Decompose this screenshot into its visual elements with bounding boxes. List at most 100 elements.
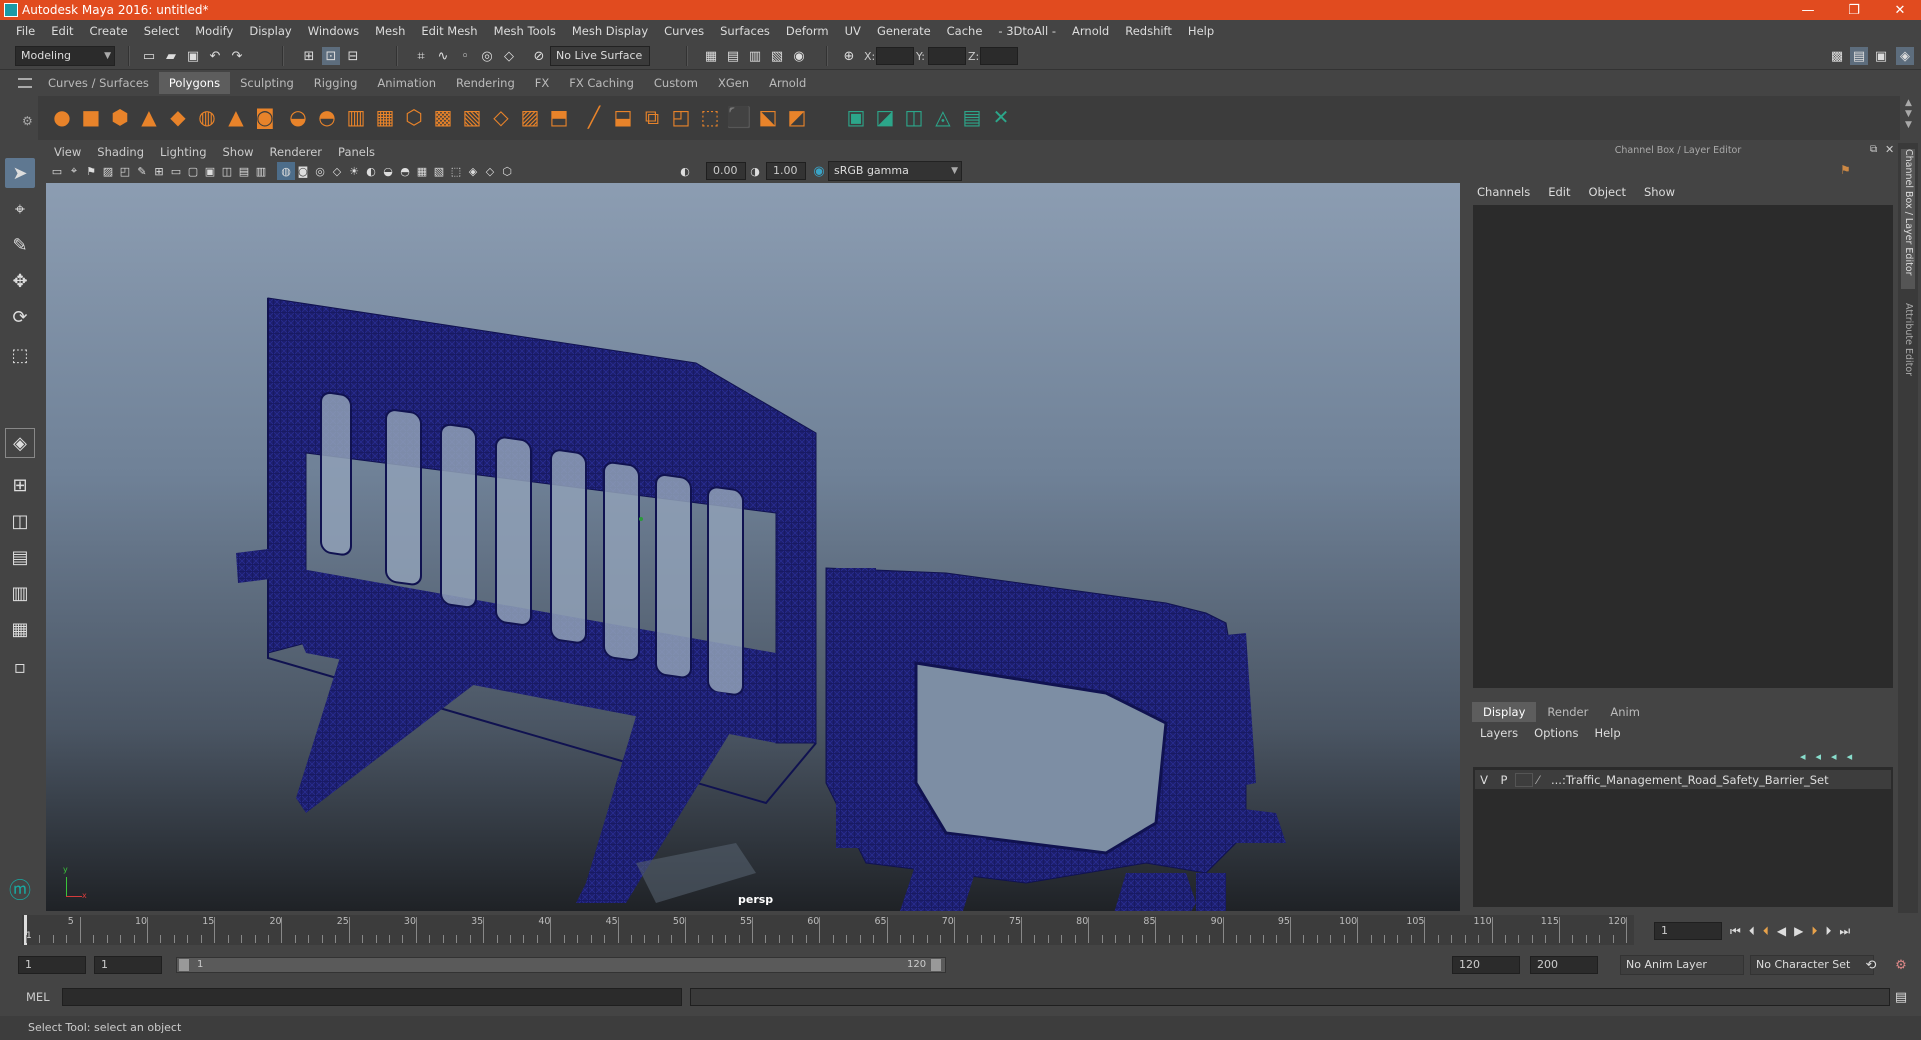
planar-uv-icon[interactable]: ◪ <box>871 103 899 131</box>
snap-point-icon[interactable]: ◦ <box>456 47 474 65</box>
camera-icon[interactable]: ▭ <box>48 162 66 180</box>
viewport-menu-shading[interactable]: Shading <box>89 143 152 161</box>
shelf-settings-icon[interactable]: ⚙ <box>22 114 33 128</box>
grid-icon[interactable]: ⊞ <box>150 162 168 180</box>
menu-edit-mesh[interactable]: Edit Mesh <box>413 24 485 38</box>
shelf-tab-fx[interactable]: FX <box>525 72 560 94</box>
poly-cube-icon[interactable]: ■ <box>77 103 105 131</box>
multi-cut-icon[interactable]: ╱ <box>580 103 608 131</box>
ambient-occlusion-icon[interactable]: ◒ <box>379 162 397 180</box>
snap-view-icon[interactable]: ◎ <box>478 47 496 65</box>
live-surface-field[interactable]: No Live Surface <box>550 46 650 66</box>
menu-modify[interactable]: Modify <box>187 24 241 38</box>
x-field[interactable] <box>876 47 914 65</box>
modeling-toolkit-icon[interactable]: ▩ <box>1828 47 1846 65</box>
mode-selector[interactable]: Modeling ▼ <box>15 46 115 66</box>
poly-torus-icon[interactable]: ◍ <box>193 103 221 131</box>
motion-blur-icon[interactable]: ◓ <box>396 162 414 180</box>
viewport-menu-panels[interactable]: Panels <box>330 143 383 161</box>
reduce-icon[interactable]: ⬕ <box>754 103 782 131</box>
menu-display[interactable]: Display <box>241 24 299 38</box>
field-chart-icon[interactable]: ◫ <box>218 162 236 180</box>
menu-edit[interactable]: Edit <box>43 24 81 38</box>
select-hierarchy-icon[interactable]: ⊞ <box>300 47 318 65</box>
depth-of-field-icon[interactable]: ▧ <box>430 162 448 180</box>
smooth-shade-icon[interactable]: ◙ <box>294 162 312 180</box>
fill-hole-icon[interactable]: ⬛ <box>725 103 753 131</box>
playback-end-field[interactable]: 120 <box>1452 956 1520 974</box>
layer-row[interactable]: V P ⁄ ...:Traffic_Management_Road_Safety… <box>1475 770 1891 789</box>
persp-outliner-layout-icon[interactable]: ▤ <box>5 542 35 572</box>
scale-tool-icon[interactable]: ⬚ <box>5 340 35 370</box>
viewport-menu-view[interactable]: View <box>46 143 89 161</box>
move-tool-icon[interactable]: ✥ <box>5 266 35 296</box>
insert-edge-loop-icon[interactable]: ◰ <box>667 103 695 131</box>
script-editor-icon[interactable]: ▤ <box>1892 988 1910 1006</box>
menu-3dtoall[interactable]: - 3DtoAll - <box>990 24 1064 38</box>
channel-box-menu-edit[interactable]: Edit <box>1539 181 1579 203</box>
channel-box-menu-channels[interactable]: Channels <box>1468 181 1539 203</box>
target-weld-icon[interactable]: ⬓ <box>609 103 637 131</box>
boolean-icon[interactable]: ⬡ <box>400 103 428 131</box>
menu-create[interactable]: Create <box>82 24 136 38</box>
tool-settings-icon[interactable]: ▣ <box>1872 47 1890 65</box>
shelf-tab-rendering[interactable]: Rendering <box>446 72 525 94</box>
poly-pyramid-icon[interactable]: ▲ <box>222 103 250 131</box>
ipr-render-icon[interactable]: ▥ <box>746 47 764 65</box>
single-perspective-layout-icon[interactable]: ◈ <box>5 428 35 458</box>
shelf-tab-rigging[interactable]: Rigging <box>304 72 368 94</box>
layout-uv-icon[interactable]: ▤ <box>958 103 986 131</box>
script-language-label[interactable]: MEL <box>26 990 50 1004</box>
menu-select[interactable]: Select <box>136 24 187 38</box>
use-all-lights-icon[interactable]: ☀ <box>345 162 363 180</box>
minimize-button[interactable]: — <box>1785 0 1831 20</box>
mirror-icon[interactable]: ◩ <box>783 103 811 131</box>
time-slider[interactable]: 1 5 10 15 20 25 30 35 40 45 50 55 60 65 70 75 80 85 90 95 1… <box>22 915 1634 945</box>
snap-surface-icon[interactable]: ◇ <box>500 47 518 65</box>
menu-mesh-display[interactable]: Mesh Display <box>564 24 656 38</box>
menu-help[interactable]: Help <box>1180 24 1222 38</box>
camera-attributes-icon[interactable]: ⌖ <box>65 162 83 180</box>
poly-plane-icon[interactable]: ◆ <box>164 103 192 131</box>
lasso-tool-icon[interactable]: ⌖ <box>5 194 35 224</box>
anim-layer-selector[interactable]: No Anim Layer <box>1620 955 1744 975</box>
layer-tab-anim[interactable]: Anim <box>1599 702 1651 722</box>
render-settings-icon[interactable]: ▧ <box>768 47 786 65</box>
uv-editor-icon[interactable]: ▣ <box>842 103 870 131</box>
auto-uv-icon[interactable]: ◫ <box>900 103 928 131</box>
offset-edge-loop-icon[interactable]: ⬚ <box>696 103 724 131</box>
play-forward-icon[interactable]: ▶ <box>1794 924 1811 938</box>
2d-pan-zoom-icon[interactable]: ◰ <box>116 162 134 180</box>
attribute-editor-toggle-icon[interactable]: ◈ <box>1896 47 1914 65</box>
menu-mesh[interactable]: Mesh <box>367 24 413 38</box>
shelf-tab-animation[interactable]: Animation <box>367 72 446 94</box>
viewport-menu-renderer[interactable]: Renderer <box>262 143 331 161</box>
menu-file[interactable]: File <box>8 24 43 38</box>
menu-uv[interactable]: UV <box>837 24 869 38</box>
go-to-start-icon[interactable]: ⏮ <box>1730 924 1749 938</box>
color-management-icon[interactable]: ◉ <box>810 162 828 180</box>
smooth-icon[interactable]: ▦ <box>371 103 399 131</box>
exposure-field[interactable]: 0.00 <box>706 162 746 180</box>
channel-box-menu-object[interactable]: Object <box>1580 181 1635 203</box>
combine-icon[interactable]: ◒ <box>284 103 312 131</box>
shelf-tab-custom[interactable]: Custom <box>644 72 708 94</box>
extract-icon[interactable]: ▥ <box>342 103 370 131</box>
layout-menu-icon[interactable]: ▫ <box>5 652 35 682</box>
channel-box-option-icon[interactable]: ⚑ <box>1840 163 1851 177</box>
poly-sphere-icon[interactable]: ● <box>48 103 76 131</box>
start-frame-field[interactable]: 1 <box>18 956 86 974</box>
color-space-selector[interactable]: sRGB gamma ▼ <box>828 161 962 181</box>
layer-action-icons[interactable]: ◂◂◂◂ <box>1800 750 1862 763</box>
shelf-menu-icon[interactable] <box>18 78 32 88</box>
go-to-end-icon[interactable]: ⏭ <box>1839 924 1858 938</box>
poly-cone-icon[interactable]: ▲ <box>135 103 163 131</box>
xray-joints-icon[interactable]: ◇ <box>481 162 499 180</box>
menu-curves[interactable]: Curves <box>656 24 712 38</box>
current-frame-field[interactable]: 1 <box>1654 922 1722 940</box>
isolate-select-icon[interactable]: ⬚ <box>447 162 465 180</box>
safe-title-icon[interactable]: ▥ <box>252 162 270 180</box>
shadows-icon[interactable]: ◐ <box>362 162 380 180</box>
playback-start-field[interactable]: 1 <box>94 956 162 974</box>
panel-float-icon[interactable]: ⧉ <box>1870 144 1877 155</box>
